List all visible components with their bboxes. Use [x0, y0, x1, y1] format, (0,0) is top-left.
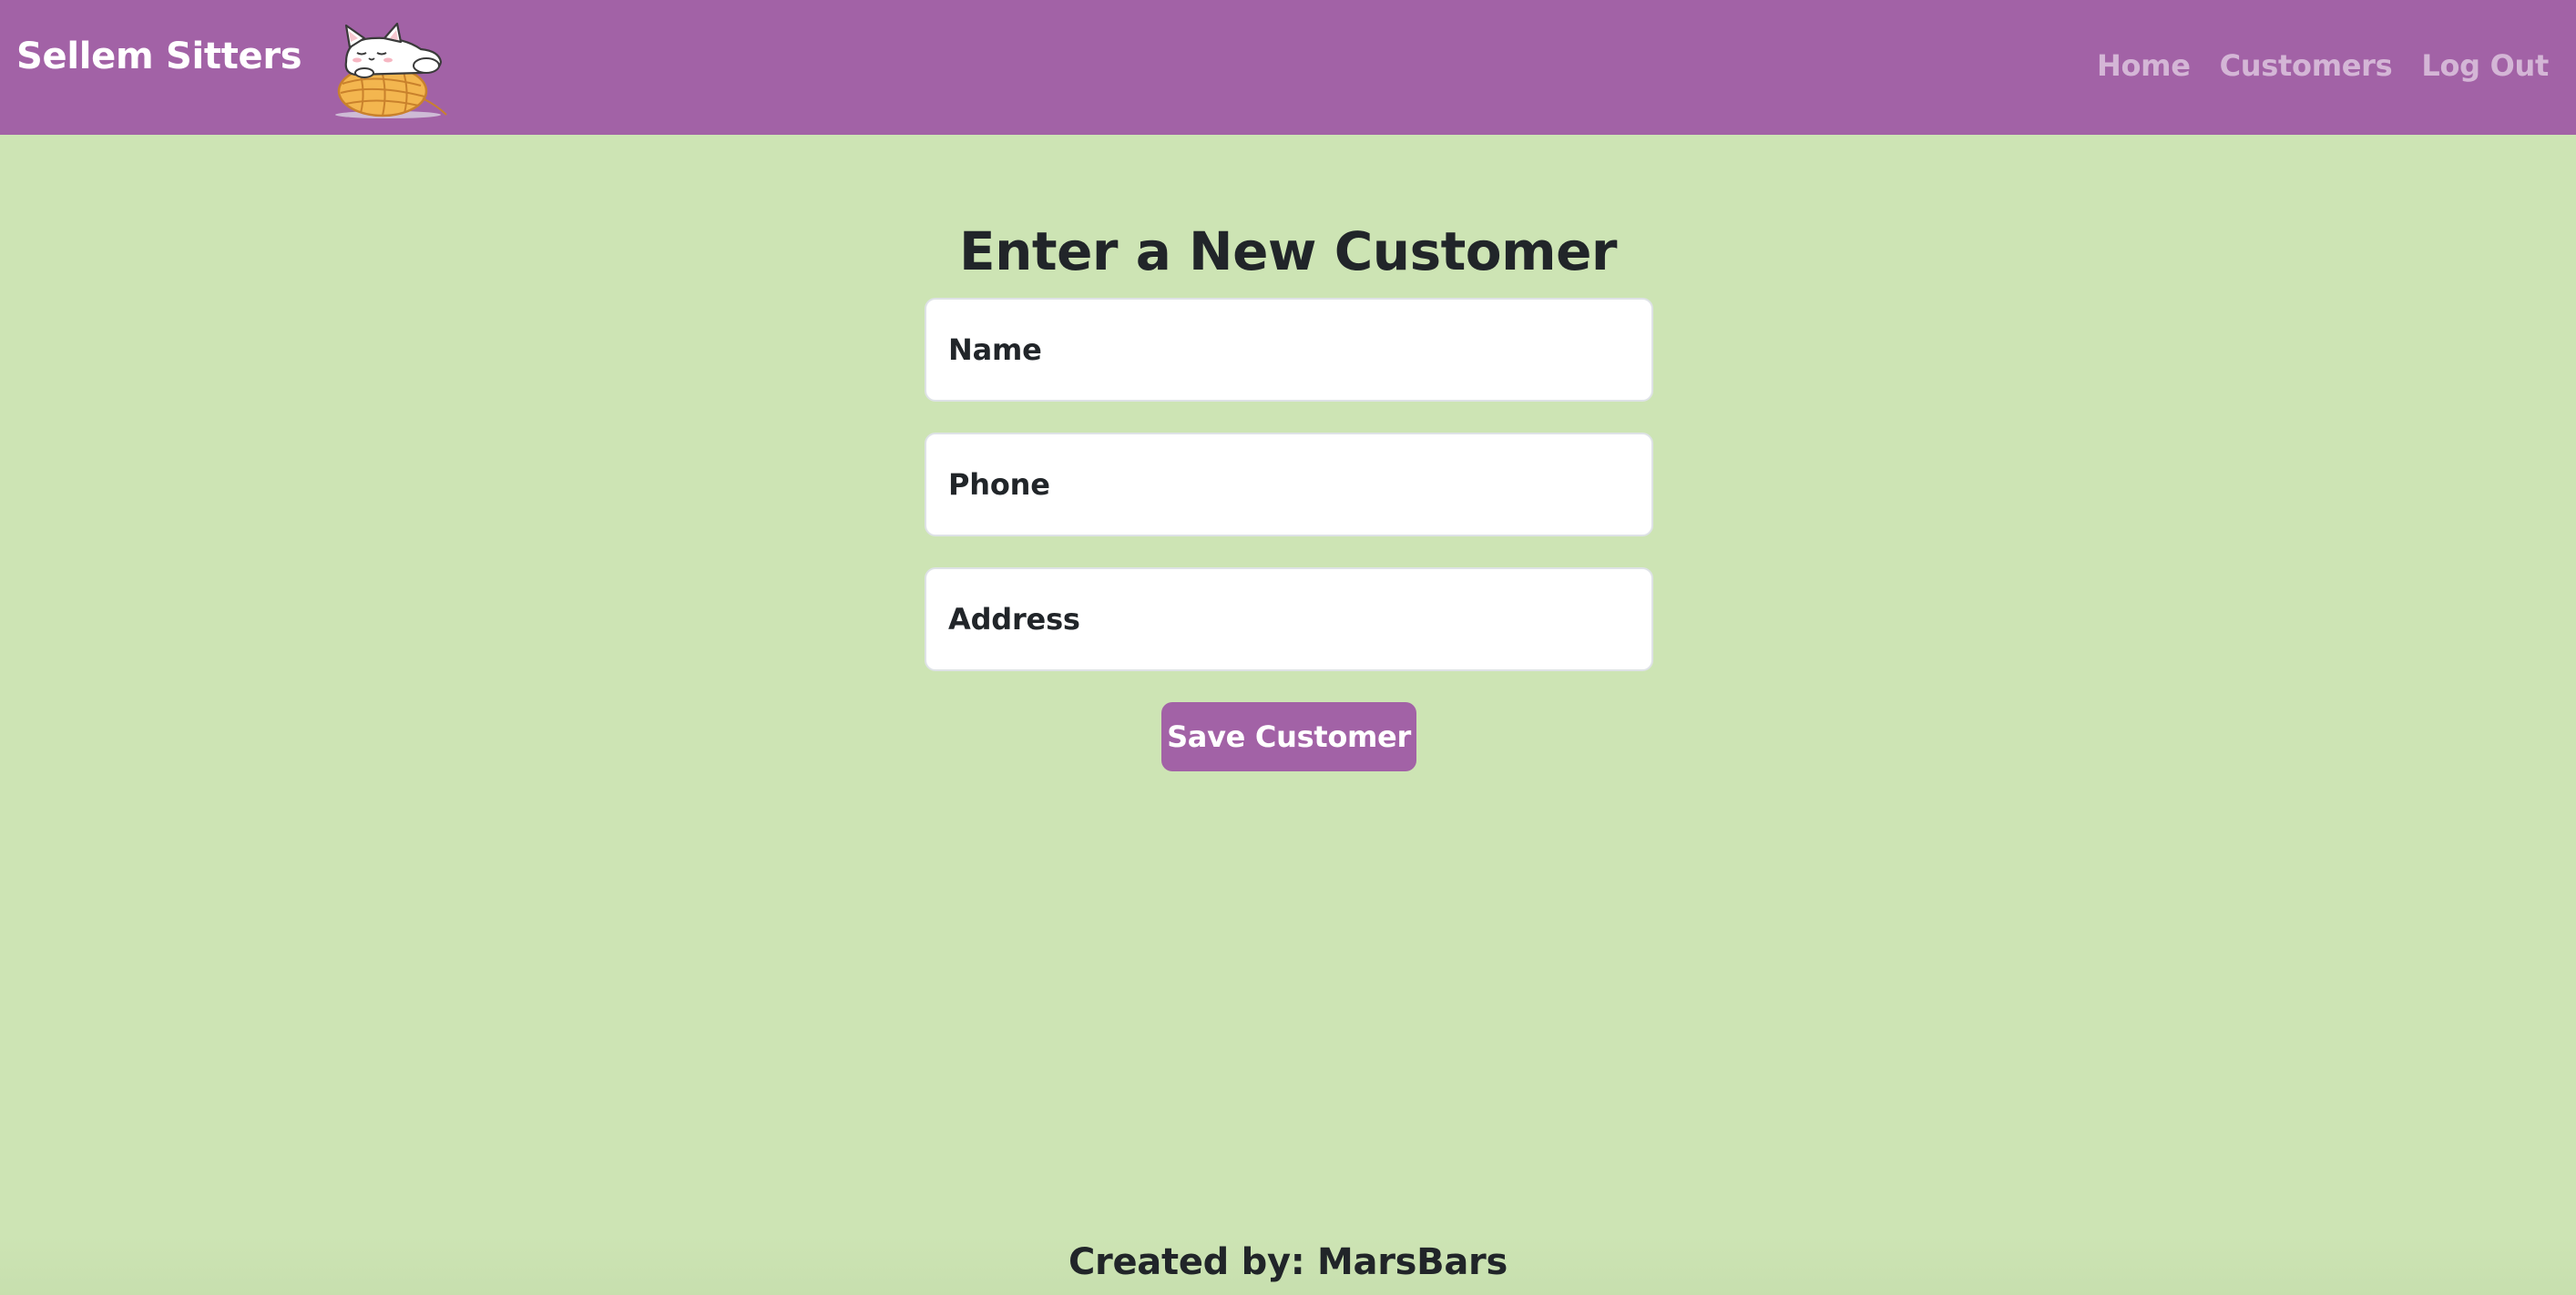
- navbar: Sellem Sitters Home Customers Log Out: [0, 0, 2576, 135]
- cat-on-yarn-ball-icon: [335, 22, 447, 118]
- address-input[interactable]: [948, 629, 1630, 668]
- name-input[interactable]: [948, 360, 1630, 398]
- nav-link-home[interactable]: Home: [2097, 40, 2191, 91]
- address-field[interactable]: Address: [925, 567, 1653, 671]
- name-field[interactable]: Name: [925, 298, 1653, 402]
- nav-links: Home Customers Log Out: [2068, 40, 2549, 91]
- nav-link-customers[interactable]: Customers: [2220, 40, 2393, 91]
- save-customer-button[interactable]: Save Customer: [1161, 702, 1416, 771]
- phone-field[interactable]: Phone: [925, 433, 1653, 536]
- footer-credit: Created by: MarsBars: [1068, 1241, 1508, 1283]
- brand-link[interactable]: Sellem Sitters: [16, 31, 302, 82]
- phone-input[interactable]: [948, 495, 1630, 533]
- nav-link-log-out[interactable]: Log Out: [2421, 40, 2549, 91]
- page-title: Enter a New Customer: [958, 220, 1618, 282]
- footer: Created by: MarsBars: [0, 1235, 2576, 1295]
